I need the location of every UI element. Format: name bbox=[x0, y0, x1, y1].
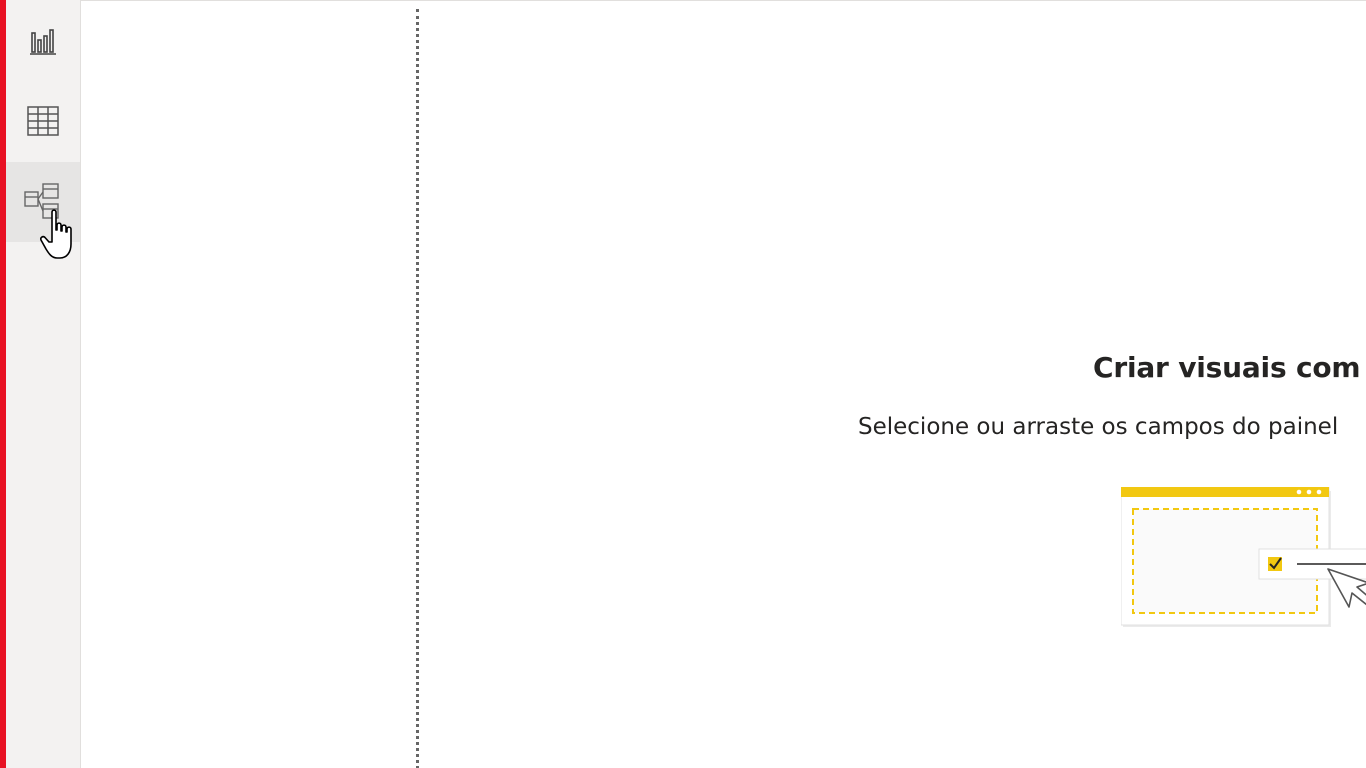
report-view-button[interactable] bbox=[6, 2, 80, 82]
page-boundary-guide bbox=[416, 9, 419, 768]
bar-chart-icon bbox=[28, 27, 58, 57]
empty-state-title: Criar visuais com s bbox=[1093, 351, 1366, 384]
view-switcher-rail bbox=[6, 0, 81, 768]
drag-fields-illustration bbox=[1121, 487, 1366, 627]
model-view-button[interactable] bbox=[6, 162, 80, 242]
report-canvas[interactable]: Criar visuais com s Selecione ou arraste… bbox=[81, 0, 1366, 768]
data-view-button[interactable] bbox=[6, 81, 80, 161]
app-window: Criar visuais com s Selecione ou arraste… bbox=[0, 0, 1366, 768]
model-view-icon bbox=[23, 182, 63, 222]
empty-state-subtitle: Selecione ou arraste os campos do painel bbox=[858, 414, 1339, 440]
table-grid-icon bbox=[26, 105, 60, 137]
